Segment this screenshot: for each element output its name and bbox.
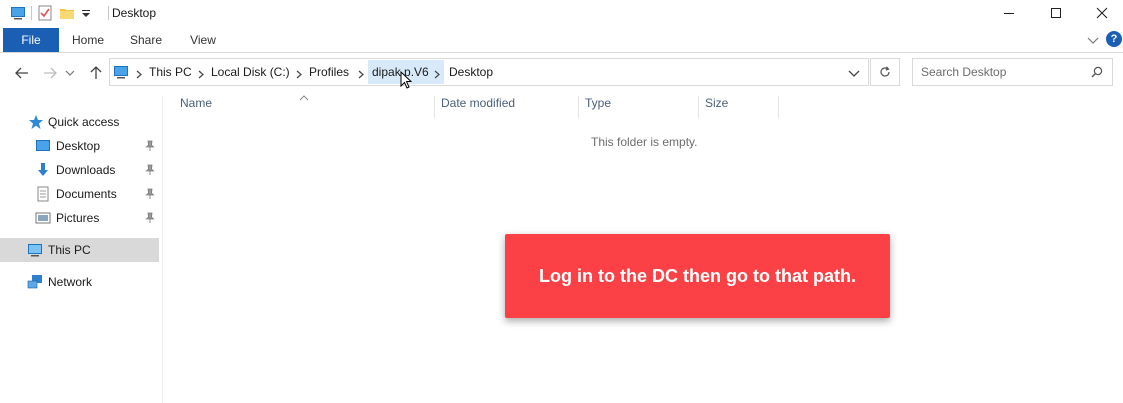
customize-dropdown-icon[interactable] xyxy=(81,5,91,21)
title-bar: Desktop xyxy=(0,0,1123,26)
properties-icon[interactable] xyxy=(37,5,53,21)
chevron-right-icon[interactable] xyxy=(433,68,441,79)
close-icon xyxy=(1096,7,1108,19)
quick-access-toolbar xyxy=(10,5,91,21)
nav-item-downloads[interactable]: Downloads xyxy=(0,158,159,182)
desktop-icon xyxy=(35,138,51,154)
mouse-cursor-icon xyxy=(400,70,413,89)
this-pc-icon xyxy=(113,64,129,80)
document-icon xyxy=(35,186,51,202)
nav-item-documents[interactable]: Documents xyxy=(0,182,159,206)
column-header-date-modified[interactable]: Date modified xyxy=(441,96,515,118)
search-input[interactable]: Search Desktop xyxy=(921,65,1006,79)
column-divider[interactable] xyxy=(778,96,779,118)
nav-item-label: This PC xyxy=(48,243,91,257)
arrow-right-icon xyxy=(44,67,57,79)
nav-item-label: Pictures xyxy=(56,211,100,225)
chevron-down-icon xyxy=(65,70,75,76)
pin-icon[interactable] xyxy=(145,140,155,152)
tab-home[interactable]: Home xyxy=(63,28,113,52)
crumb-local-disk[interactable]: Local Disk (C:) xyxy=(211,65,290,79)
minimize-icon xyxy=(1004,13,1014,14)
expand-ribbon-icon[interactable] xyxy=(1087,35,1099,45)
column-divider[interactable] xyxy=(578,96,579,118)
column-divider[interactable] xyxy=(698,96,699,118)
column-header-name[interactable]: Name xyxy=(180,96,212,118)
picture-icon xyxy=(35,210,51,226)
nav-item-label: Network xyxy=(48,275,93,289)
up-button[interactable] xyxy=(88,65,104,81)
help-button[interactable]: ? xyxy=(1106,31,1122,47)
arrow-left-icon xyxy=(15,67,28,79)
navigation-pane: Quick access Desktop Downloads Documents… xyxy=(0,96,163,403)
search-box[interactable]: Search Desktop xyxy=(912,58,1113,86)
sort-indicator-icon xyxy=(299,90,309,101)
chevron-right-icon[interactable] xyxy=(197,68,205,79)
nav-item-label: Downloads xyxy=(56,163,116,177)
maximize-button[interactable] xyxy=(1033,0,1079,26)
new-folder-icon[interactable] xyxy=(59,5,75,21)
pin-icon[interactable] xyxy=(145,188,155,200)
nav-item-label: Desktop xyxy=(56,139,101,153)
refresh-button[interactable] xyxy=(870,58,900,86)
nav-item-pictures[interactable]: Pictures xyxy=(0,206,159,230)
nav-item-label: Documents xyxy=(56,187,117,201)
star-icon xyxy=(28,114,44,130)
nav-item-desktop[interactable]: Desktop xyxy=(0,134,159,158)
recent-locations-button[interactable] xyxy=(64,65,76,81)
tab-view[interactable]: View xyxy=(178,28,228,52)
address-dropdown-icon[interactable] xyxy=(848,68,860,78)
column-divider[interactable] xyxy=(434,96,435,118)
tab-file[interactable]: File xyxy=(3,28,59,52)
nav-item-network[interactable]: Network xyxy=(0,270,159,294)
refresh-icon xyxy=(880,66,890,77)
forward-button[interactable] xyxy=(42,65,58,81)
network-icon xyxy=(27,274,43,290)
back-button[interactable] xyxy=(14,65,30,81)
tab-share[interactable]: Share xyxy=(121,28,171,52)
column-header-size[interactable]: Size xyxy=(705,96,728,118)
chevron-right-icon[interactable] xyxy=(135,68,143,79)
chevron-right-icon[interactable] xyxy=(357,68,365,79)
computer-icon xyxy=(27,242,43,258)
maximize-icon xyxy=(1051,8,1061,18)
crumb-desktop[interactable]: Desktop xyxy=(449,65,493,79)
ribbon: File Home Share View ? xyxy=(0,28,1123,53)
arrow-up-icon xyxy=(90,66,102,79)
nav-item-quick-access[interactable]: Quick access xyxy=(0,110,159,134)
minimize-button[interactable] xyxy=(986,0,1032,26)
window-title: Desktop xyxy=(112,6,157,20)
address-bar[interactable]: This PC Local Disk (C:) Profiles dipak.p… xyxy=(109,58,869,89)
column-header-type[interactable]: Type xyxy=(585,96,611,118)
close-button[interactable] xyxy=(1079,0,1123,26)
nav-item-label: Quick access xyxy=(48,115,120,129)
empty-folder-message: This folder is empty. xyxy=(591,135,698,149)
nav-item-this-pc[interactable]: This PC xyxy=(0,238,159,262)
pin-icon[interactable] xyxy=(145,164,155,176)
monitor-icon xyxy=(10,5,26,21)
download-arrow-icon xyxy=(35,162,51,178)
crumb-profiles[interactable]: Profiles xyxy=(309,65,349,79)
crumb-this-pc[interactable]: This PC xyxy=(149,65,192,79)
instruction-callout: Log in to the DC then go to that path. xyxy=(505,234,890,318)
search-icon xyxy=(1091,66,1103,78)
pin-icon[interactable] xyxy=(145,212,155,224)
chevron-right-icon[interactable] xyxy=(295,68,303,79)
